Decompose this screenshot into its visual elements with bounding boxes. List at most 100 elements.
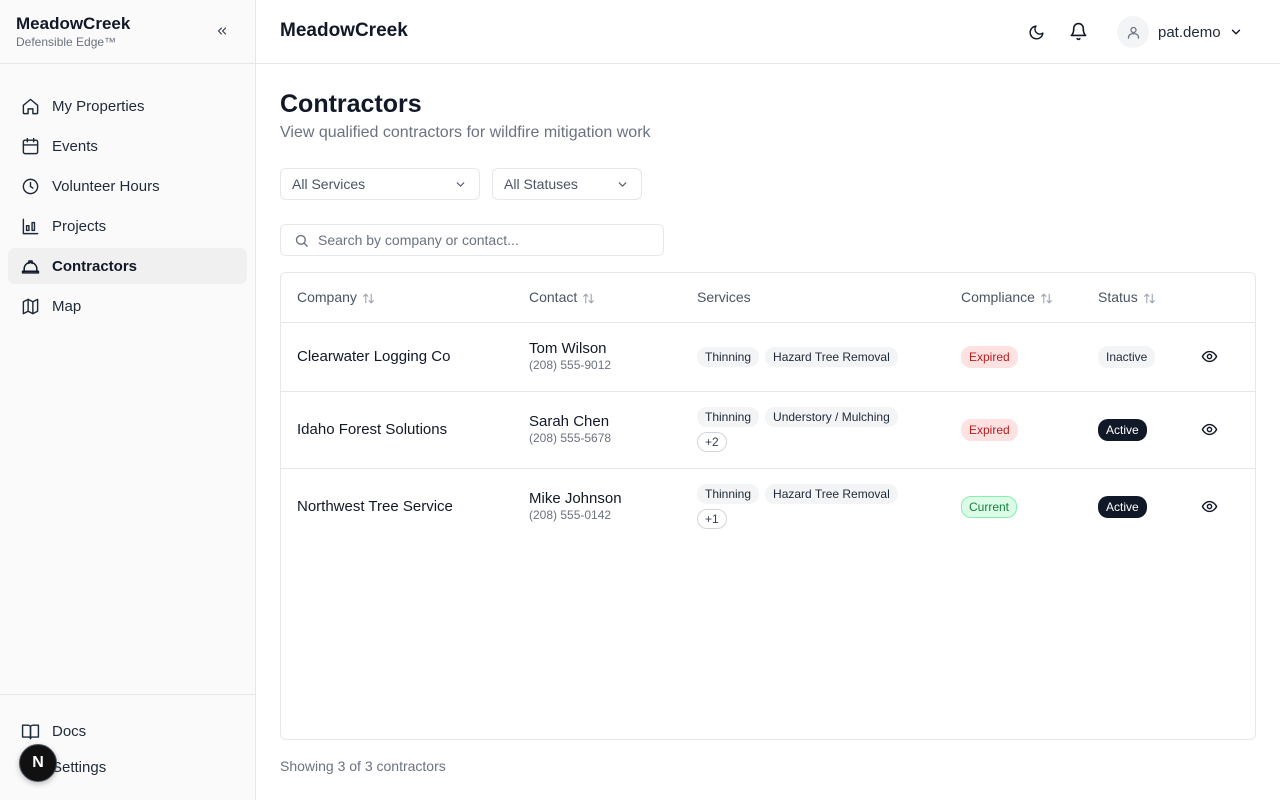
service-tags: Thinning Understory / Mulching +2 <box>697 407 929 452</box>
notifications-button[interactable] <box>1067 20 1089 42</box>
sidebar-item-docs[interactable]: Docs <box>8 713 247 749</box>
table-row: Idaho Forest Solutions Sarah Chen (208) … <box>281 391 1255 469</box>
column-header-contact[interactable]: Contact <box>513 273 681 323</box>
service-tags: Thinning Hazard Tree Removal +1 <box>697 484 929 530</box>
sidebar-item-label: Events <box>52 137 98 155</box>
contact-phone: (208) 555-9012 <box>529 358 612 372</box>
search-icon <box>293 232 309 248</box>
hard-hat-icon <box>20 256 40 276</box>
chart-icon <box>20 216 40 236</box>
sidebar-item-label: Settings <box>52 758 107 776</box>
avatar <box>1117 16 1149 48</box>
column-header-label: Compliance <box>961 289 1035 306</box>
app-title: MeadowCreek <box>280 20 408 41</box>
sidebar-item-my-properties[interactable]: My Properties <box>8 88 247 124</box>
sidebar-item-label: Map <box>52 297 82 315</box>
search-box <box>280 224 664 256</box>
company-name: Clearwater Logging Co <box>297 348 451 365</box>
column-header-services: Services <box>681 273 945 323</box>
services-filter-select[interactable]: All Services <box>280 168 480 200</box>
sidebar-nav: My Properties Events Volunteer Hours Pro… <box>0 64 255 324</box>
status-badge: Active <box>1098 495 1147 518</box>
status-filter-value: All Statuses <box>504 176 578 192</box>
table-row: Clearwater Logging Co Tom Wilson (208) 5… <box>281 322 1255 392</box>
sidebar-item-label: Docs <box>52 722 87 740</box>
theme-toggle-button[interactable] <box>1025 21 1047 43</box>
map-icon <box>20 296 40 316</box>
status-filter-select[interactable]: All Statuses <box>492 168 642 200</box>
column-header-label: Contact <box>529 289 578 306</box>
eye-icon <box>1201 350 1217 363</box>
contact-phone: (208) 555-0142 <box>529 508 612 523</box>
compliance-badge: Expired <box>961 418 1018 441</box>
status-badge: Active <box>1098 418 1147 441</box>
search-input[interactable] <box>318 232 638 248</box>
column-header-label: Company <box>297 289 357 306</box>
calendar-icon <box>20 136 40 156</box>
brand: MeadowCreek Defensible Edge™ <box>0 0 255 64</box>
sort-icon <box>583 293 595 304</box>
service-tag: Understory / Mulching <box>765 407 898 427</box>
column-header-status[interactable]: Status <box>1082 273 1178 323</box>
sidebar-item-projects[interactable]: Projects <box>8 208 247 244</box>
brand-subtitle: Defensible Edge™ <box>16 35 117 49</box>
moon-icon <box>1029 24 1044 39</box>
brand-name: MeadowCreek <box>16 14 131 33</box>
service-tag: Thinning <box>697 407 760 427</box>
contact-name: Mike Johnson <box>529 490 622 508</box>
more-services-tag[interactable]: +1 <box>697 509 727 530</box>
sort-icon <box>1041 293 1052 304</box>
compliance-badge: Expired <box>961 345 1018 368</box>
sidebar-item-label: Contractors <box>52 257 138 275</box>
column-header-compliance[interactable]: Compliance <box>945 273 1082 323</box>
chevron-down-icon <box>1231 29 1240 35</box>
sort-icon <box>363 293 374 304</box>
user-icon <box>1127 26 1139 39</box>
sidebar-item-label: Projects <box>52 217 107 235</box>
sort-icon <box>1143 293 1155 304</box>
sidebar-item-volunteer-hours[interactable]: Volunteer Hours <box>8 168 247 204</box>
contractors-table-grid: Company Contact Services Compliance Stat… <box>281 273 1255 545</box>
user-menu[interactable]: pat.demo <box>1117 16 1243 48</box>
more-services-tag[interactable]: +2 <box>697 432 727 452</box>
table-row: Northwest Tree Service Mike Johnson (208… <box>281 468 1255 545</box>
sidebar-item-events[interactable]: Events <box>8 128 247 164</box>
clock-icon <box>20 176 40 196</box>
eye-icon <box>1201 501 1217 513</box>
chevron-down-icon <box>456 182 465 187</box>
contact-name: Sarah Chen <box>529 413 610 430</box>
sidebar-item-label: Volunteer Hours <box>52 177 160 195</box>
company-name: Northwest Tree Service <box>297 498 453 516</box>
page-subtitle: View qualified contractors for wildfire … <box>280 124 651 141</box>
contact-phone: (208) 555-5678 <box>529 431 612 445</box>
contact-name: Tom Wilson <box>529 340 607 357</box>
status-badge: Inactive <box>1098 345 1156 368</box>
sidebar-item-map[interactable]: Map <box>8 288 247 324</box>
collapse-sidebar-button[interactable] <box>213 22 231 40</box>
column-header-company[interactable]: Company <box>281 273 513 323</box>
chevrons-left-icon <box>217 27 227 35</box>
column-header-label: Services <box>697 289 751 306</box>
service-tag: Thinning <box>697 484 760 505</box>
view-button[interactable] <box>1199 497 1219 517</box>
services-filter-value: All Services <box>292 176 366 192</box>
sidebar: MeadowCreek Defensible Edge™ My Properti… <box>0 0 256 800</box>
floating-avatar-button[interactable]: N <box>19 744 57 782</box>
table-header-row: Company Contact Services Compliance Stat… <box>281 273 1255 323</box>
user-name: pat.demo <box>1158 23 1221 41</box>
service-tag: Hazard Tree Removal <box>765 346 898 367</box>
view-button[interactable] <box>1199 420 1219 440</box>
company-name: Idaho Forest Solutions <box>297 421 448 438</box>
chevron-down-icon <box>618 182 627 187</box>
sidebar-item-label: My Properties <box>52 97 145 115</box>
bell-icon <box>1070 22 1086 40</box>
home-icon <box>20 96 40 116</box>
view-button[interactable] <box>1199 347 1219 367</box>
results-count: Showing 3 of 3 contractors <box>280 758 446 774</box>
sidebar-item-contractors[interactable]: Contractors <box>8 248 247 284</box>
service-tags: Thinning Hazard Tree Removal <box>697 346 929 367</box>
eye-icon <box>1201 423 1217 436</box>
book-icon <box>20 721 40 741</box>
service-tag: Thinning <box>697 346 760 367</box>
column-header-actions <box>1178 273 1255 323</box>
